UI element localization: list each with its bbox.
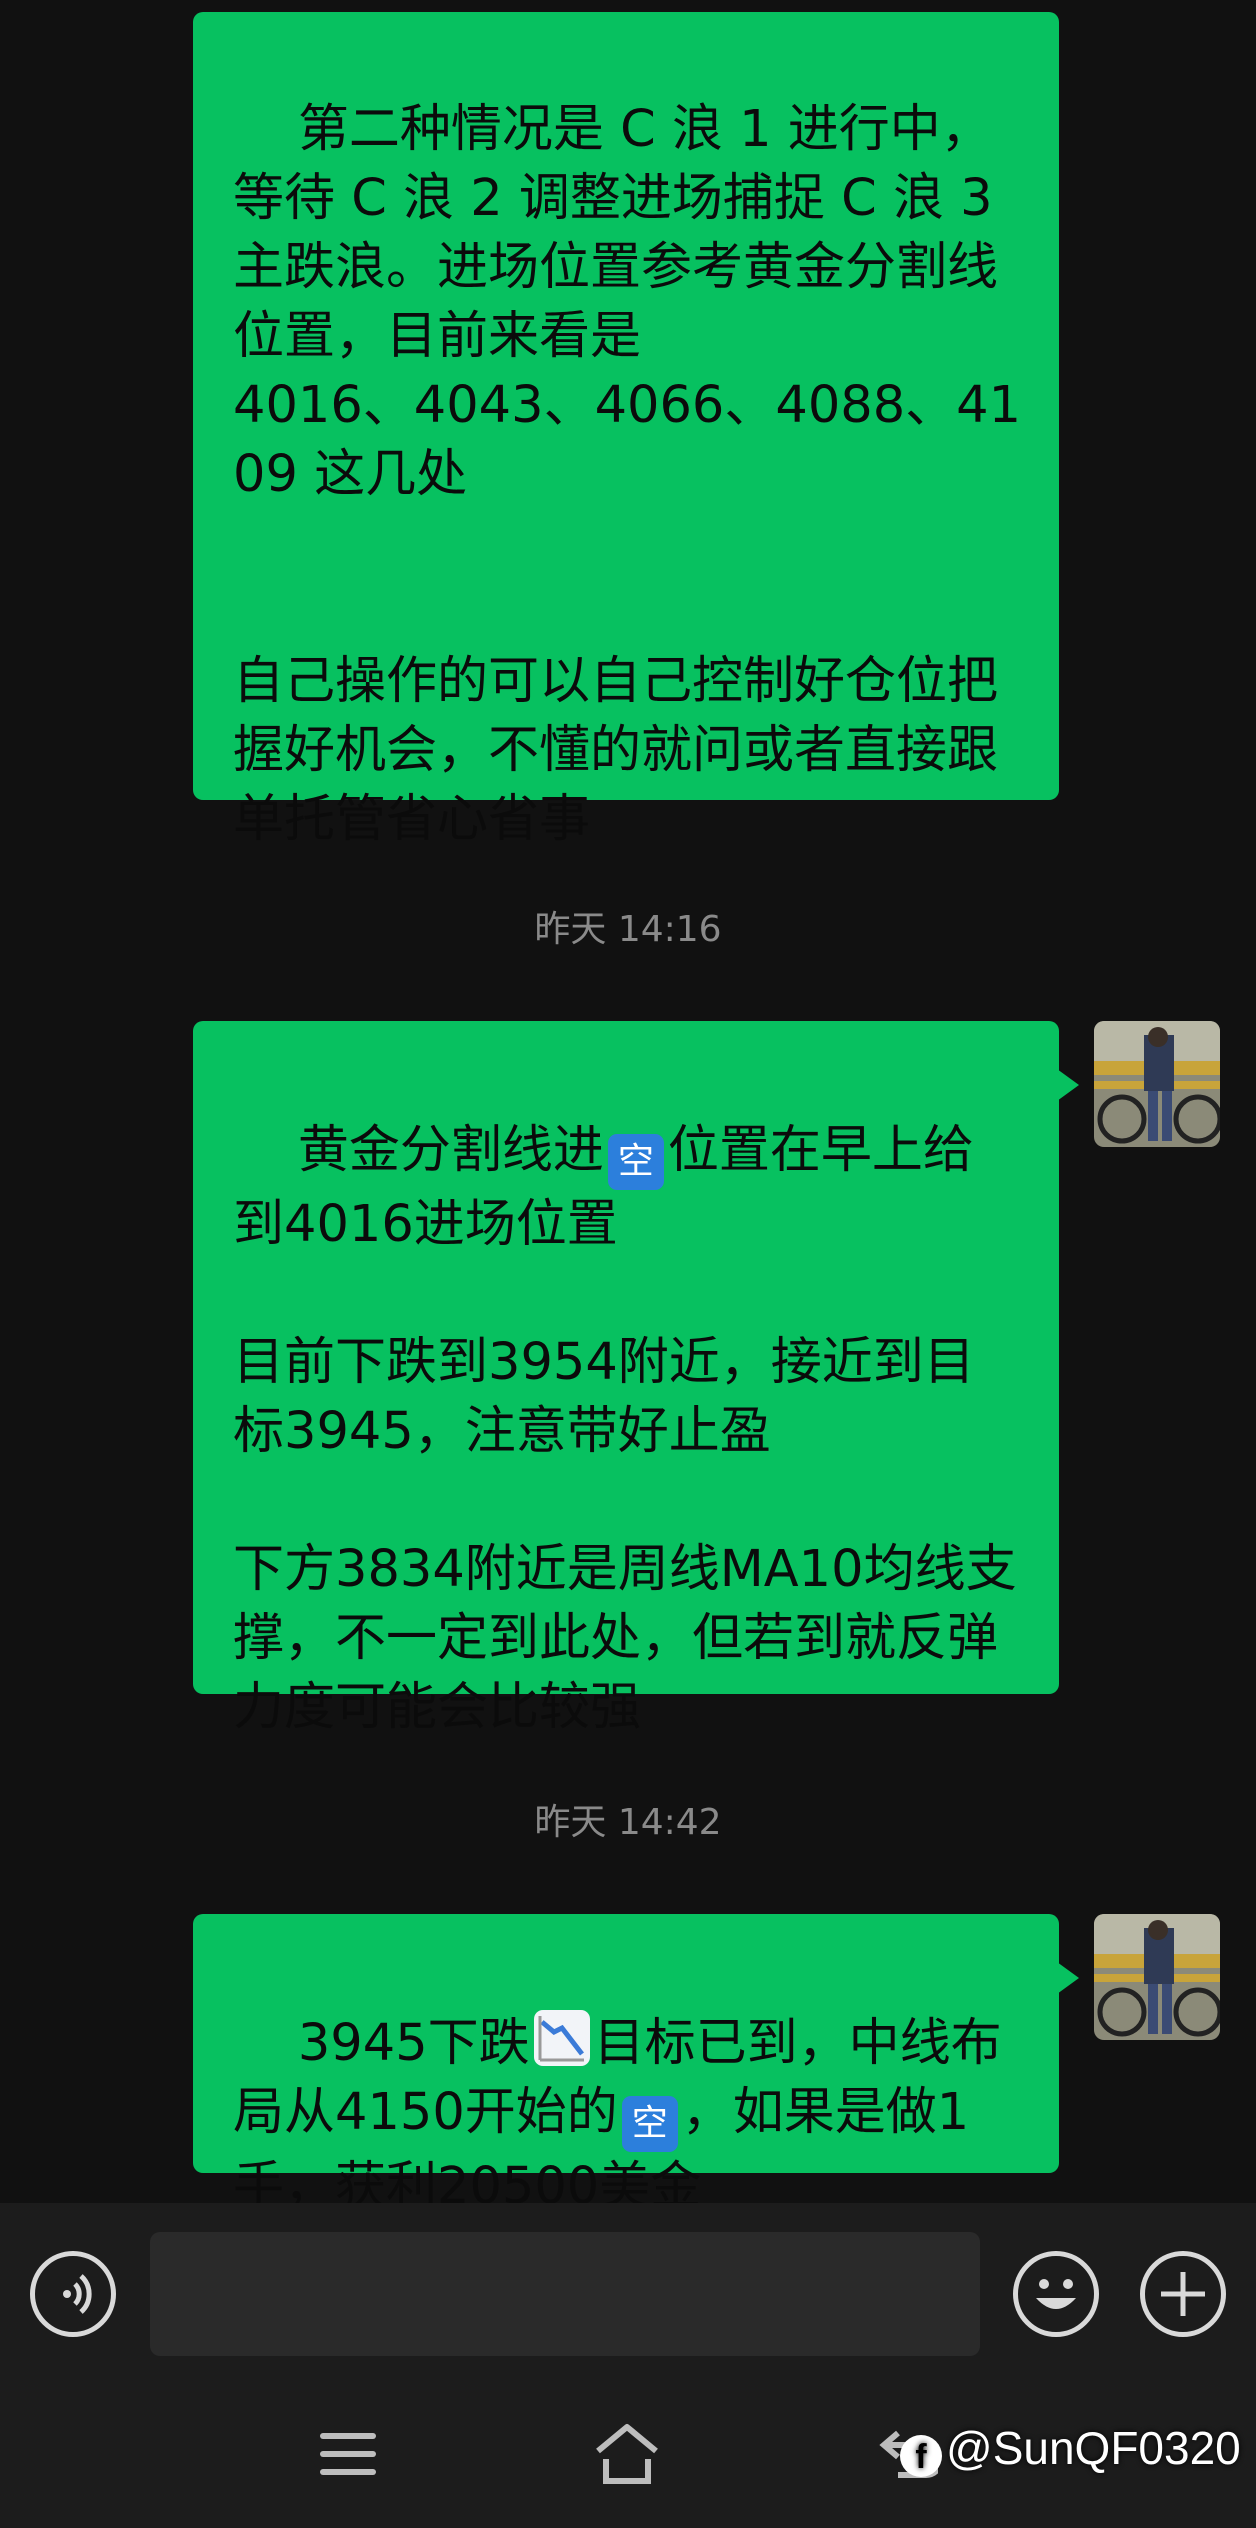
menu-icon[interactable] [318,2429,378,2481]
avatar-image [1094,1021,1220,1147]
message-input[interactable] [150,2232,980,2356]
input-bar [0,2203,1256,2385]
system-nav-bar: f @SunQF0320 [0,2385,1256,2528]
bubble-tail [1057,1069,1079,1101]
message-text: 黄金分割线进 [297,1121,604,1180]
smiley-icon[interactable] [1013,2251,1099,2337]
chart-decreasing-icon [533,2010,590,2066]
message-bubble[interactable]: 第二种情况是 C 浪 1 进行中，等待 C 浪 2 调整进场捕捉 C 浪 3 主… [193,12,1059,849]
watermark-text: @SunQF0320 [946,2422,1241,2474]
empty-emoji: 空 [607,1134,664,1190]
plus-icon[interactable] [1140,2251,1226,2337]
timestamp: 昨天 14:42 [534,1802,722,1843]
message-text: 3945下跌 [297,2014,530,2073]
timestamp: 昨天 14:16 [534,909,722,950]
empty-emoji: 空 [621,2096,678,2152]
home-icon[interactable] [592,2421,662,2487]
chat-screen: 第二种情况是 C 浪 1 进行中，等待 C 浪 2 调整进场捕捉 C 浪 3 主… [0,0,1256,2528]
avatar[interactable] [1094,1021,1220,1147]
message-bubble[interactable]: 3945下跌 目标已到，中线布局从4150开始的空，如果是做1手，获利20500美… [193,1914,1079,2216]
message-text: 第二种情况是 C 浪 1 进行中，等待 C 浪 2 调整进场捕捉 C 浪 3 主… [233,100,1022,849]
avatar-image [1094,1914,1220,2040]
avatar[interactable] [1094,1914,1220,2040]
message-text: 位置在早上给到4016进场位置 目前下跌到3954附近，接近到目标3945，注意… [233,1121,1017,1737]
voice-icon[interactable] [30,2251,116,2337]
facebook-logo-icon: f [900,2435,942,2477]
message-bubble[interactable]: 黄金分割线进空位置在早上给到4016进场位置 目前下跌到3954附近，接近到目标… [193,1021,1079,1737]
watermark: f @SunQF0320 [900,2421,1241,2477]
bubble-tail [1057,1962,1079,1994]
